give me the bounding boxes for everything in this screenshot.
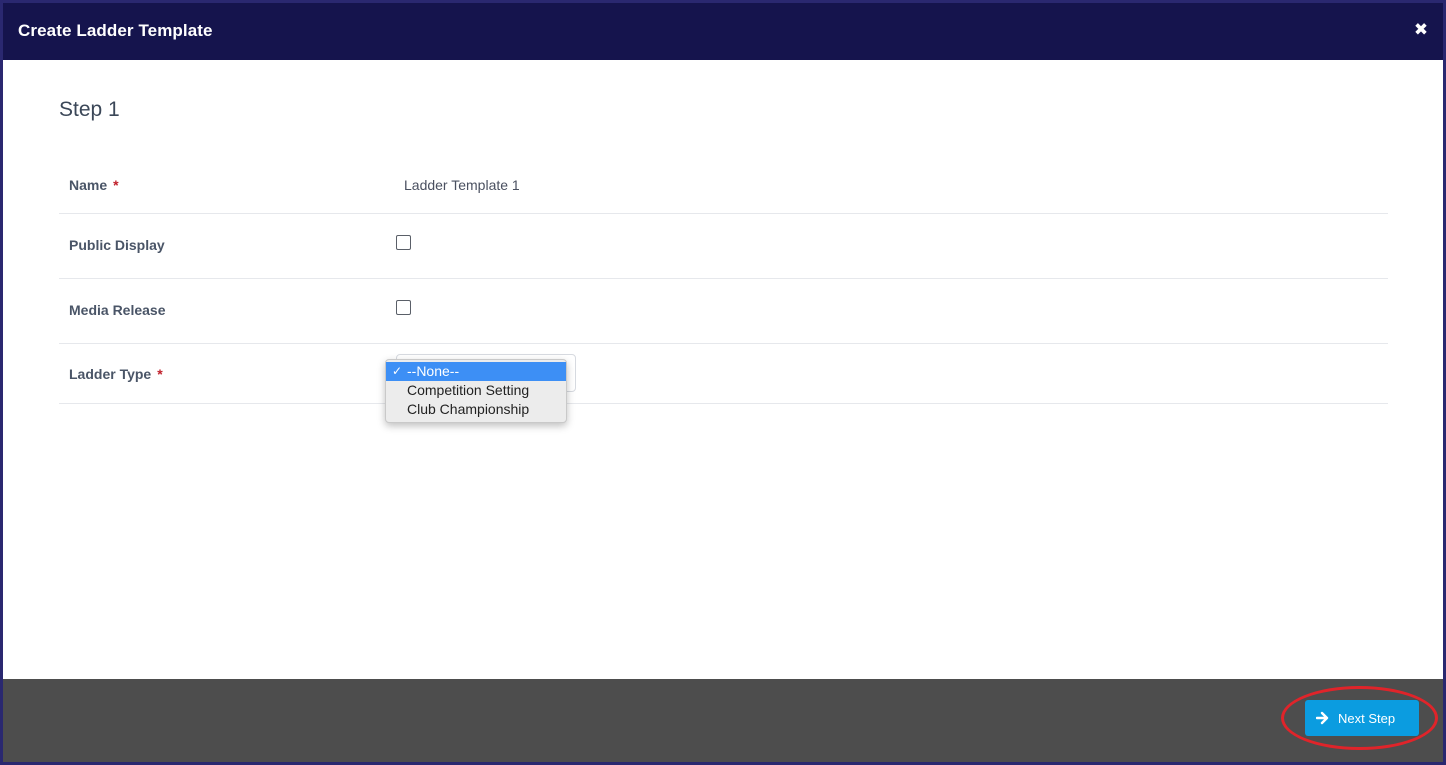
next-step-button[interactable]: Next Step <box>1305 700 1419 736</box>
close-icon[interactable]: ✖ <box>1411 20 1431 40</box>
form-row-media-release: Media Release <box>59 279 1388 344</box>
modal-body: Step 1 Name * Ladder Template 1 Public Di… <box>3 60 1443 679</box>
dropdown-option-label: Club Championship <box>407 401 530 417</box>
step-title: Step 1 <box>59 98 120 121</box>
check-icon: ✓ <box>392 364 403 378</box>
ladder-type-label: Ladder Type * <box>69 366 163 382</box>
dropdown-option-none[interactable]: ✓ --None-- <box>386 362 566 381</box>
public-display-label: Public Display <box>69 237 165 253</box>
modal-footer: Next Step <box>3 679 1443 762</box>
dropdown-option-label: Competition Setting <box>407 382 530 398</box>
form-row-public-display: Public Display <box>59 214 1388 279</box>
form-row-name: Name * Ladder Template 1 <box>59 156 1388 214</box>
name-field[interactable]: Ladder Template 1 <box>404 177 520 193</box>
dropdown-option-club-championship[interactable]: Club Championship <box>386 400 566 419</box>
dropdown-option-competition-setting[interactable]: Competition Setting <box>386 381 566 400</box>
next-step-label: Next Step <box>1338 711 1396 726</box>
modal-header: Create Ladder Template ✖ <box>3 3 1443 60</box>
arrow-right-icon <box>1316 711 1329 725</box>
required-mark: * <box>157 366 163 382</box>
name-label: Name * <box>69 177 119 193</box>
media-release-checkbox[interactable] <box>396 300 411 315</box>
name-label-text: Name <box>69 177 108 193</box>
ladder-type-dropdown: ✓ --None-- Competition Setting Club Cham… <box>385 359 567 423</box>
modal-window: Create Ladder Template ✖ Step 1 Name * La… <box>0 0 1446 765</box>
modal-title: Create Ladder Template <box>18 21 213 40</box>
public-display-checkbox[interactable] <box>396 235 411 250</box>
dropdown-option-label: --None-- <box>407 363 460 379</box>
form-row-ladder-type: Ladder Type * <box>59 344 1388 404</box>
media-release-label: Media Release <box>69 302 166 318</box>
ladder-type-label-text: Ladder Type <box>69 366 152 382</box>
required-mark: * <box>113 177 119 193</box>
